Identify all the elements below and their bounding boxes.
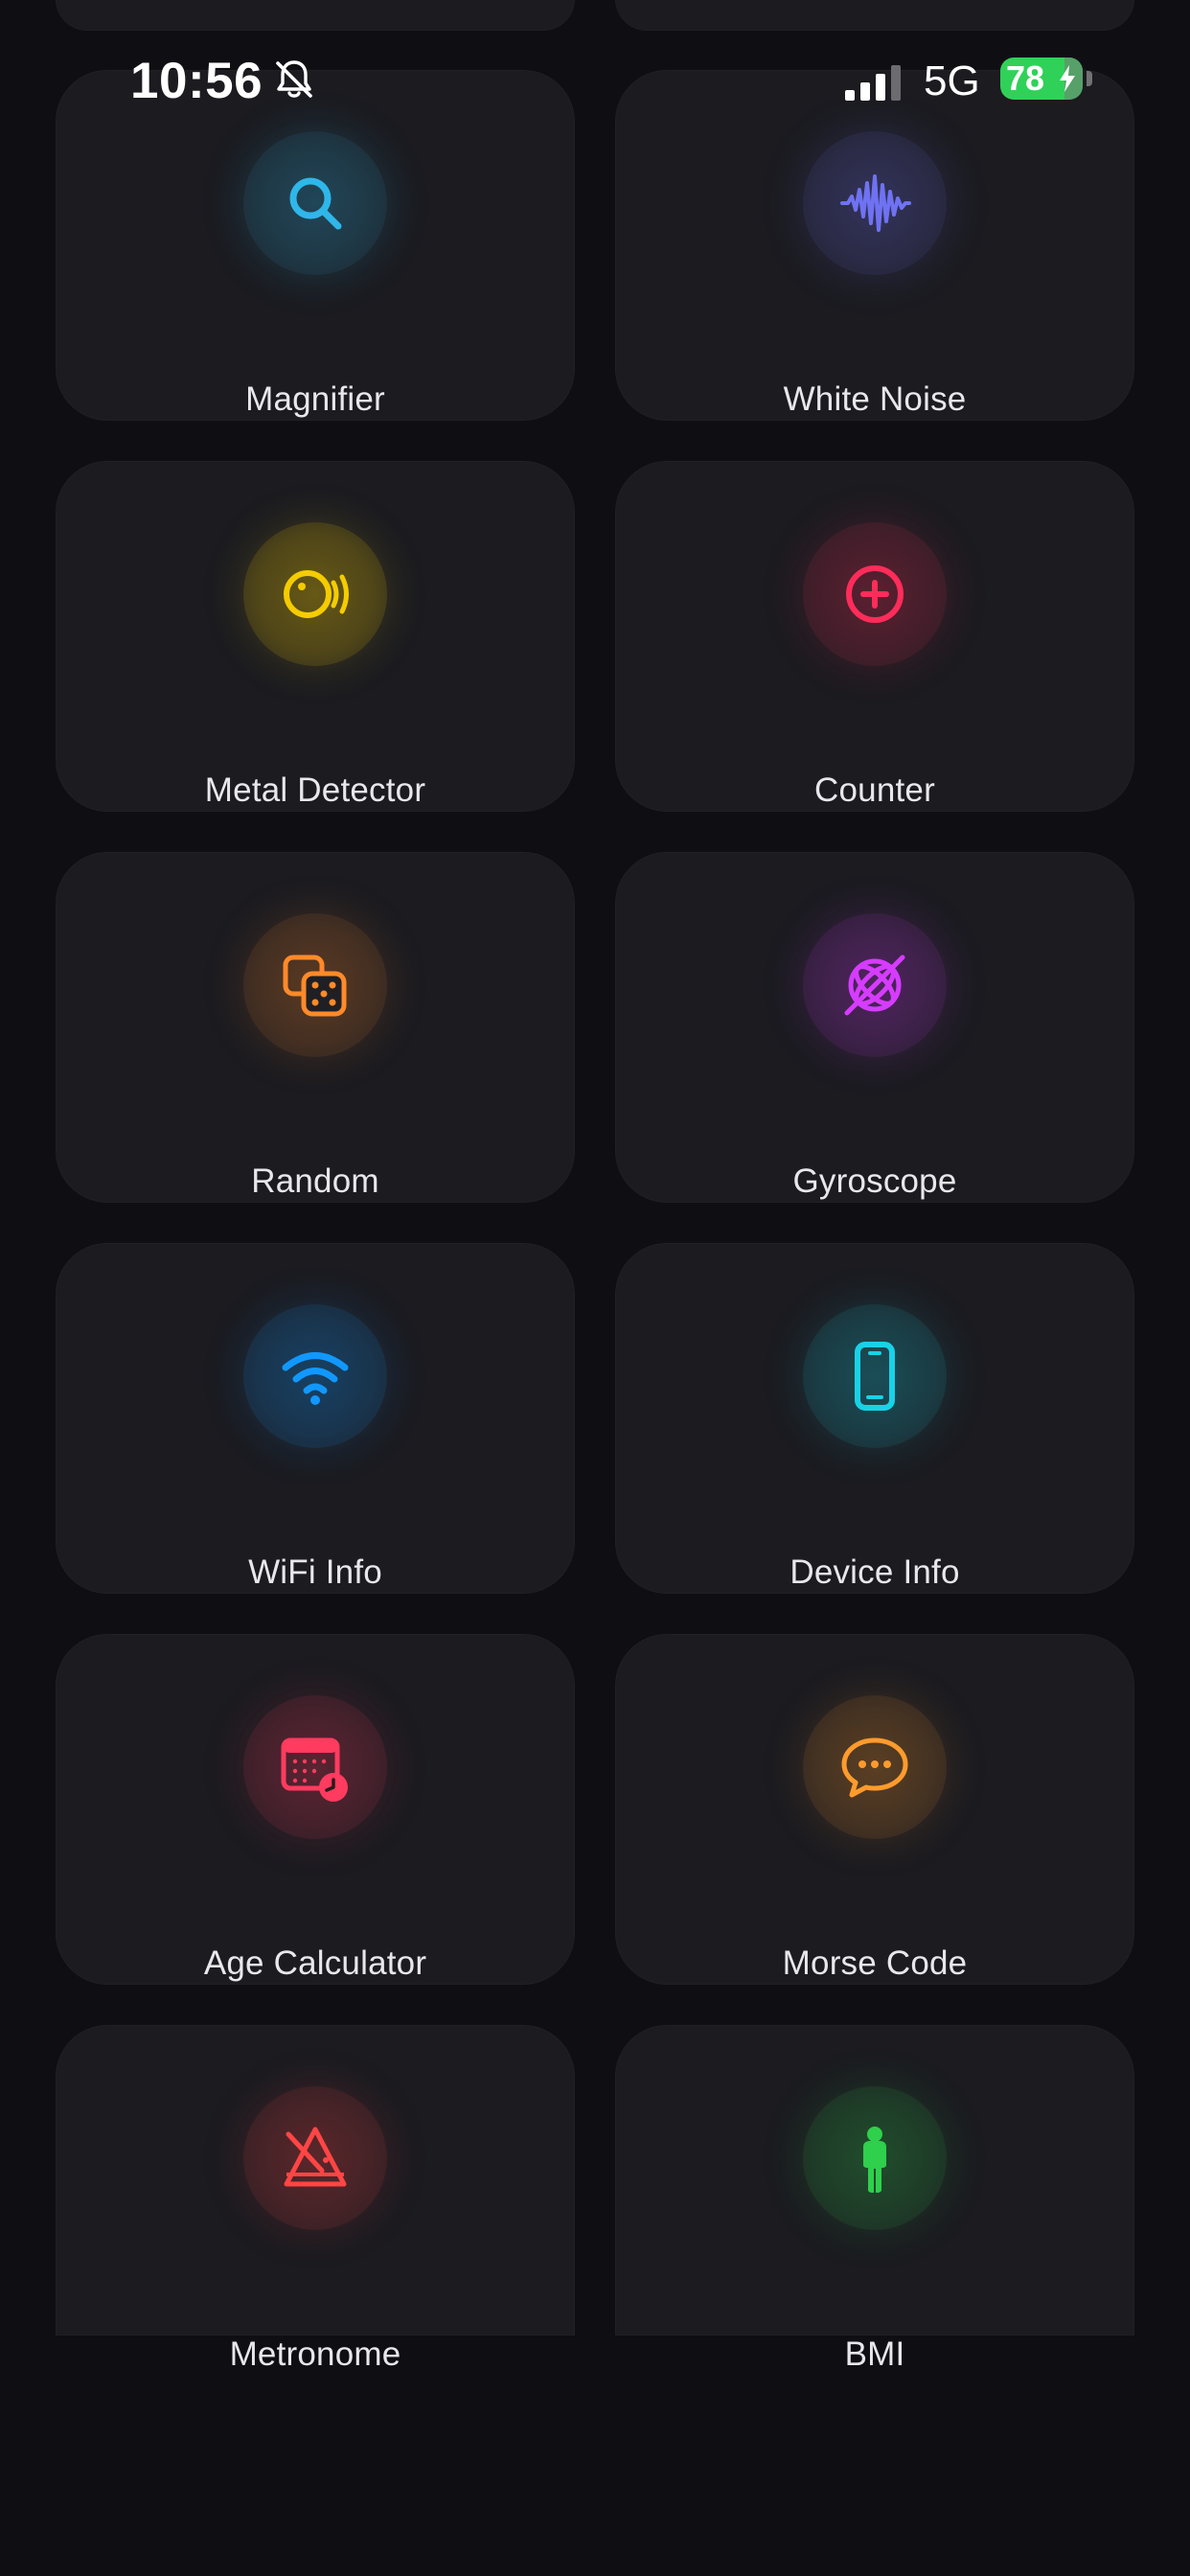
tool-card-gyroscope[interactable]: Gyroscope [615,852,1134,1203]
magnifier-icon [289,177,342,230]
partial-card-slot [615,0,1134,70]
tool-slot: Morse Code [615,1634,1134,2025]
icon-circle [803,131,947,275]
tool-card-partial[interactable] [56,0,575,31]
tool-label: Magnifier [245,380,385,418]
tools-grid: Magnifier White Noise Metal Detector Cou… [56,0,1134,2416]
tool-label: Metronome [229,2335,401,2373]
tool-slot: Random [56,852,575,1243]
tool-slot: Magnifier [56,70,575,461]
tool-card-bmi[interactable]: BMI [615,2025,1134,2373]
icon-circle [243,913,387,1057]
icon-circle [243,1695,387,1839]
icon-circle [243,131,387,275]
tool-slot: White Noise [615,70,1134,461]
tool-slot: Device Info [615,1243,1134,1634]
tool-card-partial[interactable] [615,0,1134,31]
tool-slot: Counter [615,461,1134,852]
tool-slot: Metal Detector [56,461,575,852]
icon-circle [243,2086,387,2230]
tool-slot: WiFi Info [56,1243,575,1634]
tool-card-device-info[interactable]: Device Info [615,1243,1134,1594]
tool-card-random[interactable]: Random [56,852,575,1203]
tool-slot: BMI [615,2025,1134,2416]
icon-circle [803,1695,947,1839]
metal-detector-icon [284,570,349,618]
tool-card-metal-detector[interactable]: Metal Detector [56,461,575,812]
metronome-icon [284,2127,347,2187]
icon-circle [243,1304,387,1448]
tool-label: White Noise [783,380,967,418]
tool-slot: Gyroscope [615,852,1134,1243]
wifi-icon [282,1352,349,1405]
tool-card-age-calculator[interactable]: Age Calculator [56,1634,575,1985]
partial-card-slot [56,0,575,70]
gyroscope-icon [844,954,905,1016]
waveform-icon [840,174,911,232]
icon-circle [243,522,387,666]
person-icon [863,2127,886,2193]
tool-label: WiFi Info [248,1553,382,1591]
tool-card-wifi-info[interactable]: WiFi Info [56,1243,575,1594]
tool-label: BMI [844,2335,905,2373]
tool-label: Gyroscope [792,1162,957,1200]
dice-icon [283,954,347,1017]
icon-circle [803,1304,947,1448]
tool-card-magnifier[interactable]: Magnifier [56,70,575,421]
plus-circle-icon [846,565,904,623]
phone-icon [855,1342,895,1411]
tool-label: Morse Code [782,1944,968,1982]
tool-label: Counter [814,771,935,809]
tool-label: Random [251,1162,379,1200]
icon-circle [803,2086,947,2230]
speech-bubble-icon [841,1737,908,1798]
icon-circle [803,913,947,1057]
tool-label: Metal Detector [204,771,426,809]
calendar-clock-icon [281,1737,348,1802]
tool-slot: Metronome [56,2025,575,2416]
tool-card-white-noise[interactable]: White Noise [615,70,1134,421]
tool-card-morse-code[interactable]: Morse Code [615,1634,1134,1985]
tool-card-counter[interactable]: Counter [615,461,1134,812]
icon-circle [803,522,947,666]
tool-label: Age Calculator [203,1944,427,1982]
tool-slot: Age Calculator [56,1634,575,2025]
tool-label: Device Info [790,1553,960,1591]
tool-card-metronome[interactable]: Metronome [56,2025,575,2373]
